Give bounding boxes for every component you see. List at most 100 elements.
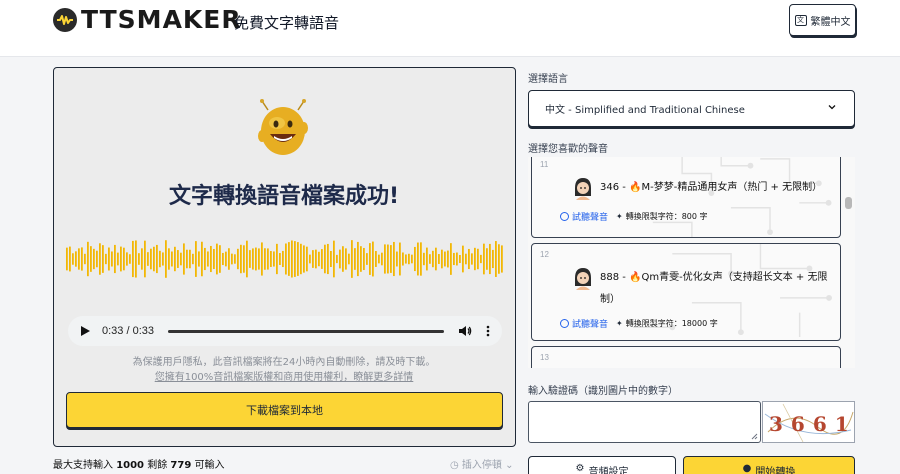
waveform-bar [429,254,431,264]
waveform-bar [399,242,401,276]
waveform-bar [84,253,86,265]
play-icon[interactable] [80,326,90,336]
voice-label: 選擇您喜歡的聲音 [528,144,608,155]
audio-player[interactable]: 0:33 / 0:33 [68,316,502,346]
audio-time: 0:33 / 0:33 [102,325,154,337]
resize-handle-icon[interactable] [751,433,758,440]
waveform-bar [300,243,302,275]
waveform-bar [327,243,329,275]
waveform-bar [222,252,224,266]
waveform-logo-icon [53,7,77,32]
language-switch-button[interactable]: 文 繁體中文 [789,4,856,36]
voice-id: 346 [600,182,620,193]
waveform-bar [96,250,98,268]
language-select-value: 中文 - Simplified and Traditional Chinese [545,105,745,116]
voice-list[interactable]: 11 346 - 🔥M-梦梦-精品通用女声（热门 + 无限制） 試聽聲音 ✦ 轉… [528,157,855,368]
waveform-bar [306,246,308,272]
waveform-bar [501,245,503,273]
waveform-bar [249,250,251,268]
logo-text: TTSMAKER [81,5,242,34]
waveform-bar [468,248,470,270]
waveform-bar [138,253,140,265]
sparkle-icon: ✦ [616,319,623,328]
language-label: 選擇語言 [528,74,568,85]
waveform-bar [183,243,185,275]
captcha-image[interactable]: 3661 [762,401,855,443]
captcha-input[interactable] [528,401,761,443]
preview-voice-link[interactable]: 試聽聲音 [560,317,608,330]
waveform-bar [93,248,95,270]
waveform-bar [234,254,236,264]
waveform-bar [126,252,128,266]
voice-card[interactable]: 11 346 - 🔥M-梦梦-精品通用女声（热门 + 无限制） 試聽聲音 ✦ 轉… [531,157,841,238]
voice-meta: 試聽聲音 ✦ 轉換限製字符：800 字 [560,210,708,223]
audio-settings-button[interactable]: ⚙ 音頻設定 [528,456,676,474]
waveform-bar [342,246,344,272]
result-panel: 文字轉換語音檔案成功! 0:33 / 0:33 為保護用戶隱私，此音訊檔案將在2… [53,67,516,447]
waveform-bar [102,245,104,273]
logo[interactable]: TTSMAKER [53,5,242,34]
voice-index: 13 [540,353,549,362]
translate-icon: 文 [794,14,807,26]
waveform-bar [111,251,113,267]
waveform-bar [168,248,170,270]
waveform-bar [387,244,389,274]
waveform-bar [483,243,485,275]
waveform-bar [267,248,269,270]
waveform-bar [357,241,359,277]
voice-list-scrollbar[interactable] [845,197,852,209]
waveform-bar [426,247,428,271]
remaining-label: 剩餘 [147,460,168,471]
waveform-bar [465,253,467,265]
waveform-bar [108,247,110,271]
waveform-bar [69,246,71,272]
waveform-bar [198,251,200,267]
waveform-bar [459,254,461,264]
waveform-bar [345,248,347,270]
language-select[interactable]: 中文 - Simplified and Traditional Chinese [528,90,855,127]
waveform-bar [246,240,248,278]
audio-progress-track[interactable] [168,329,444,333]
more-options-icon[interactable] [486,325,490,337]
voice-card[interactable]: 12 888 - 🔥Qm青雯-优化女声（支持超长文本 + 无限制） 試聽聲音 ✦… [531,243,841,341]
character-limit-info: 最大支持輸入 1000 剩餘 779 可輸入 [53,456,224,471]
waveform-bar [411,254,413,264]
waveform-bar [324,244,326,274]
insert-pause-button[interactable]: ◷ 插入停頓 ⌄ [450,456,514,471]
start-convert-label: 開始轉換 [755,467,796,474]
captcha-label: 輸入驗證碼（識別圖片中的數字） [528,386,678,397]
waveform-bar [120,246,122,272]
waveform-bar [393,241,395,277]
top-header: TTSMAKER 免費文字轉語音 文 繁體中文 [0,0,900,57]
waveform-bar [420,242,422,276]
waveform-bar [252,248,254,270]
waveform-bar [312,250,314,268]
waveform-bar [237,248,239,270]
waveform-bar [441,249,443,269]
waveform-bar [132,240,134,278]
waveform-bar [204,247,206,271]
waveform-bar [270,251,272,267]
play-circle-icon [560,319,569,328]
waveform-bar [210,245,212,273]
waveform-bar [339,249,341,269]
limit-max: 1000 [116,460,145,471]
download-button[interactable]: 下載檔案到本地 [66,392,503,428]
remaining-count: 779 [170,460,192,471]
voice-card[interactable]: 13 [531,346,841,368]
waveform-bar [384,244,386,274]
chevron-down-icon [828,105,836,110]
start-convert-button[interactable]: ● 開始轉換 [683,456,855,474]
voice-avatar-icon [575,178,591,200]
waveform-bar [456,252,458,266]
volume-icon[interactable] [458,324,472,338]
copyright-details-link[interactable]: 您擁有100%音訊檔案版權和商用使用權利，瞭解更多詳情 [54,370,514,385]
waveform-bar [444,251,446,267]
waveform-bar [78,248,80,270]
voice-index: 11 [540,160,549,169]
audio-waveform [66,240,503,278]
preview-voice-link[interactable]: 試聽聲音 [560,210,608,223]
waveform-bar [486,248,488,270]
waveform-bar [66,247,68,271]
waveform-bar [273,251,275,267]
